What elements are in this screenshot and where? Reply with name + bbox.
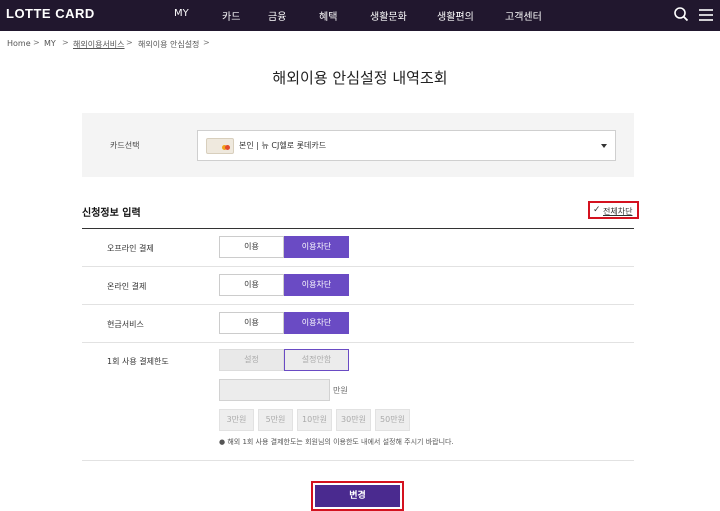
offline-block-button[interactable]: 이용차단 — [284, 236, 349, 258]
amount-50-button[interactable]: 50만원 — [375, 409, 410, 431]
breadcrumb-my[interactable]: MY — [44, 39, 56, 48]
nav-customer-center[interactable]: 고객센터 — [505, 8, 542, 23]
cash-service-label: 현금서비스 — [107, 320, 144, 329]
limit-unset-button[interactable]: 설정안함 — [284, 349, 349, 371]
nav-my[interactable]: MY — [174, 8, 189, 19]
amount-30-button[interactable]: 30만원 — [336, 409, 371, 431]
hamburger-menu-icon[interactable] — [698, 7, 714, 23]
block-all-label: 전체차단 — [603, 207, 633, 216]
card-select-value: 본인 | 뉴 CJ헬로 롯데카드 — [239, 141, 327, 150]
online-block-button[interactable]: 이용차단 — [284, 274, 349, 296]
row-divider — [82, 304, 634, 305]
breadcrumb-separator: > — [203, 38, 210, 47]
row-divider — [82, 342, 634, 343]
limit-unit: 만원 — [333, 386, 348, 395]
row-divider — [82, 266, 634, 267]
card-select-label: 카드선택 — [110, 141, 140, 150]
card-thumbnail — [206, 138, 234, 154]
breadcrumb-current: 해외이용 안심설정 — [138, 40, 200, 49]
card-select-panel: 카드선택 본인 | 뉴 CJ헬로 롯데카드 — [82, 113, 634, 177]
offline-use-button[interactable]: 이용 — [219, 236, 284, 258]
payment-limit-label: 1회 사용 결제한도 — [107, 357, 169, 366]
online-payment-label: 온라인 결제 — [107, 282, 147, 291]
breadcrumb-overseas-service[interactable]: 해외이용서비스 — [73, 39, 125, 50]
lotte-card-logo[interactable]: LOTTE CARD — [6, 6, 95, 21]
card-select-dropdown[interactable]: 본인 | 뉴 CJ헬로 롯데카드 — [197, 130, 616, 161]
change-button[interactable]: 변경 — [315, 485, 400, 507]
nav-card[interactable]: 카드 — [222, 8, 240, 23]
amount-10-button[interactable]: 10만원 — [297, 409, 332, 431]
row-divider — [82, 460, 634, 461]
section-divider — [82, 228, 634, 229]
breadcrumb-separator: > — [126, 38, 133, 47]
limit-amount-input[interactable] — [219, 379, 330, 401]
nav-finance[interactable]: 금융 — [268, 8, 286, 23]
breadcrumb-separator: > — [33, 38, 40, 47]
online-use-button[interactable]: 이용 — [219, 274, 284, 296]
cash-block-button[interactable]: 이용차단 — [284, 312, 349, 334]
check-icon: ✓ — [593, 205, 601, 215]
search-icon[interactable] — [673, 6, 689, 24]
nav-life-culture[interactable]: 생활문화 — [370, 8, 407, 23]
offline-payment-label: 오프라인 결제 — [107, 244, 154, 253]
chevron-down-icon — [601, 144, 607, 148]
top-nav-bar: LOTTE CARD MY 카드 금융 혜택 생활문화 생활편의 고객센터 — [0, 0, 720, 31]
breadcrumb-home[interactable]: Home — [7, 39, 31, 48]
nav-life-convenience[interactable]: 생활편의 — [437, 8, 474, 23]
page-title: 해외이용 안심설정 내역조회 — [272, 69, 448, 87]
amount-5-button[interactable]: 5만원 — [258, 409, 293, 431]
breadcrumb-separator: > — [62, 38, 69, 47]
block-all-button[interactable]: ✓ 전체차단 — [588, 201, 639, 219]
limit-note: ● 해외 1회 사용 결제한도는 회원님의 이용한도 내에서 설정해 주시기 바… — [219, 438, 454, 446]
amount-3-button[interactable]: 3만원 — [219, 409, 254, 431]
nav-benefit[interactable]: 혜택 — [319, 8, 337, 23]
limit-set-button[interactable]: 설정 — [219, 349, 284, 371]
cash-use-button[interactable]: 이용 — [219, 312, 284, 334]
section-title: 신청정보 입력 — [82, 208, 141, 219]
